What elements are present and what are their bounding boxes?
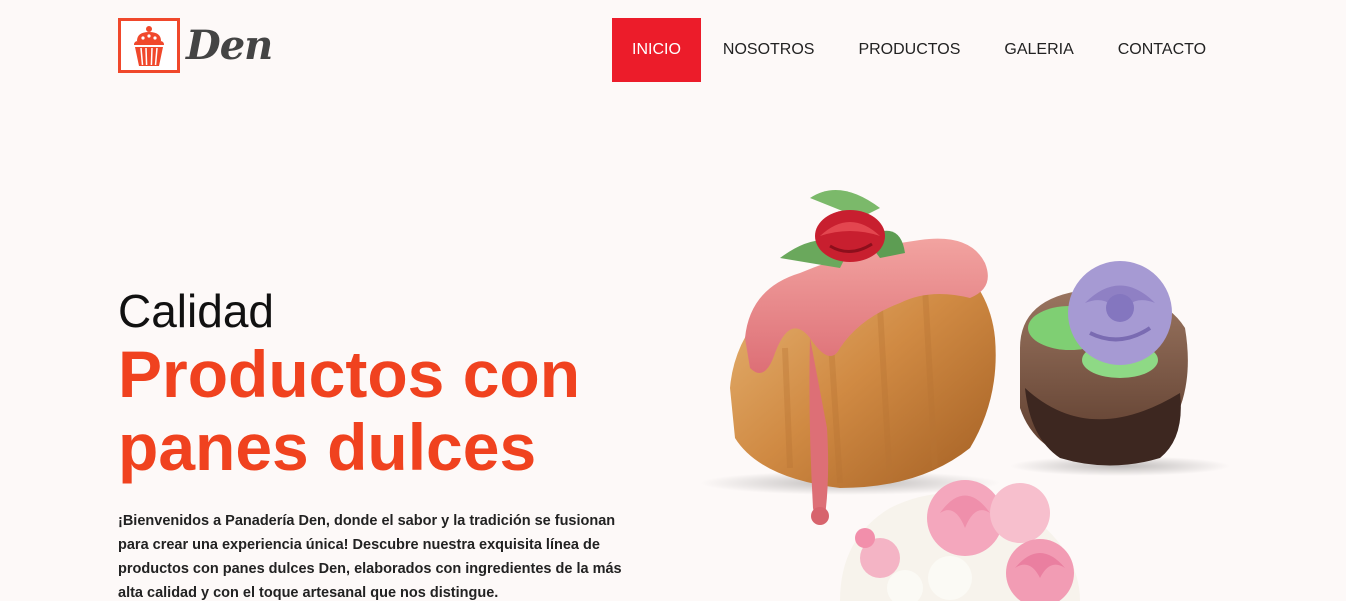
cupcakes-illustration	[700, 190, 1230, 601]
hero-kicker: Calidad	[118, 285, 274, 337]
nav-item-galeria[interactable]: GALERIA	[982, 18, 1095, 82]
brand-logo[interactable]: Den	[118, 18, 273, 73]
main-nav: INICIO NOSOTROS PRODUCTOS GALERIA CONTAC…	[612, 18, 1228, 82]
hero-title: Productos con panes dulces	[118, 337, 581, 484]
nav-item-productos[interactable]: PRODUCTOS	[836, 18, 982, 82]
hero-description: ¡Bienvenidos a Panadería Den, donde el s…	[118, 513, 622, 601]
page: Den INICIO NOSOTROS PRODUCTOS GALERIA CO…	[0, 0, 1346, 601]
nav-item-contacto[interactable]: CONTACTO	[1096, 18, 1228, 82]
brand-name: Den	[186, 22, 273, 69]
cupcake-icon	[118, 18, 180, 73]
nav-item-nosotros[interactable]: NOSOTROS	[701, 18, 837, 82]
nav-item-inicio[interactable]: INICIO	[612, 18, 701, 82]
